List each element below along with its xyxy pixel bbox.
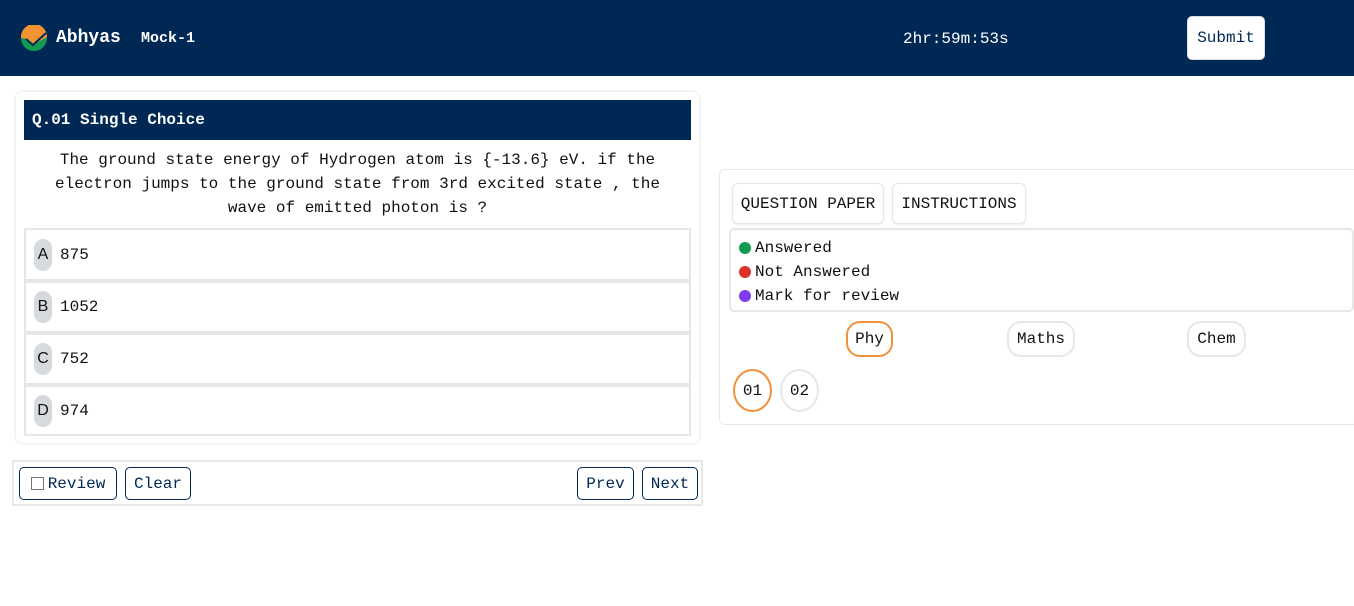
countdown-timer: 2hr:59m:53s — [903, 30, 1009, 48]
purple-dot-icon — [739, 290, 751, 302]
question-text: The ground state energy of Hydrogen atom… — [55, 151, 660, 217]
option-letter: B — [34, 291, 52, 323]
legend-not-answered: Not Answered — [739, 260, 1344, 284]
option-value: 875 — [60, 245, 89, 264]
next-button[interactable]: Next — [642, 467, 698, 500]
subject-tab-chem[interactable]: Chem — [1187, 321, 1246, 357]
tab-instructions[interactable]: INSTRUCTIONS — [892, 183, 1026, 224]
option-d[interactable]: D 974 — [24, 384, 691, 436]
green-dot-icon — [739, 242, 751, 254]
submit-button[interactable]: Submit — [1187, 16, 1265, 60]
option-c[interactable]: C 752 — [24, 332, 691, 384]
option-letter: D — [34, 394, 52, 427]
option-value: 752 — [60, 350, 89, 368]
option-letter: A — [34, 238, 52, 271]
question-palette-panel: QUESTION PAPER INSTRUCTIONS Answered Not… — [719, 169, 1354, 425]
subject-tab-maths[interactable]: Maths — [1007, 321, 1075, 357]
question-number-02[interactable]: 02 — [780, 369, 819, 412]
option-a[interactable]: A 875 — [24, 228, 691, 280]
question-header: Q.01 Single Choice — [24, 100, 691, 140]
red-dot-icon — [739, 266, 751, 278]
option-letter: C — [34, 343, 52, 375]
review-button[interactable]: Review — [19, 467, 117, 500]
review-checkbox-icon[interactable] — [30, 477, 44, 490]
legend-label: Answered — [755, 239, 832, 257]
status-legend: Answered Not Answered Mark for review — [729, 228, 1354, 312]
clear-button[interactable]: Clear — [125, 467, 191, 500]
option-b[interactable]: B 1052 — [24, 280, 691, 332]
top-bar: Abhyas Mock-1 2hr:59m:53s Submit — [0, 0, 1354, 76]
test-name: Mock-1 — [141, 30, 196, 47]
legend-mark-for-review: Mark for review — [739, 284, 1344, 308]
abhyas-logo-icon — [21, 25, 47, 51]
question-card: Q.01 Single Choice The ground state ener… — [16, 92, 699, 443]
tab-question-paper[interactable]: QUESTION PAPER — [732, 183, 884, 224]
legend-label: Not Answered — [755, 263, 871, 281]
options-list: A 875 B 1052 C 752 D 974 — [24, 228, 691, 436]
brand-name: Abhyas — [56, 28, 121, 48]
prev-button[interactable]: Prev — [577, 467, 634, 500]
action-bar: Review Clear Prev Next — [12, 460, 703, 506]
legend-answered: Answered — [739, 236, 1344, 260]
legend-label: Mark for review — [755, 287, 900, 305]
option-value: 1052 — [60, 298, 99, 316]
question-number-01[interactable]: 01 — [733, 369, 772, 412]
option-value: 974 — [60, 401, 89, 420]
subject-tab-phy[interactable]: Phy — [846, 321, 893, 357]
review-label: Review — [47, 474, 106, 493]
